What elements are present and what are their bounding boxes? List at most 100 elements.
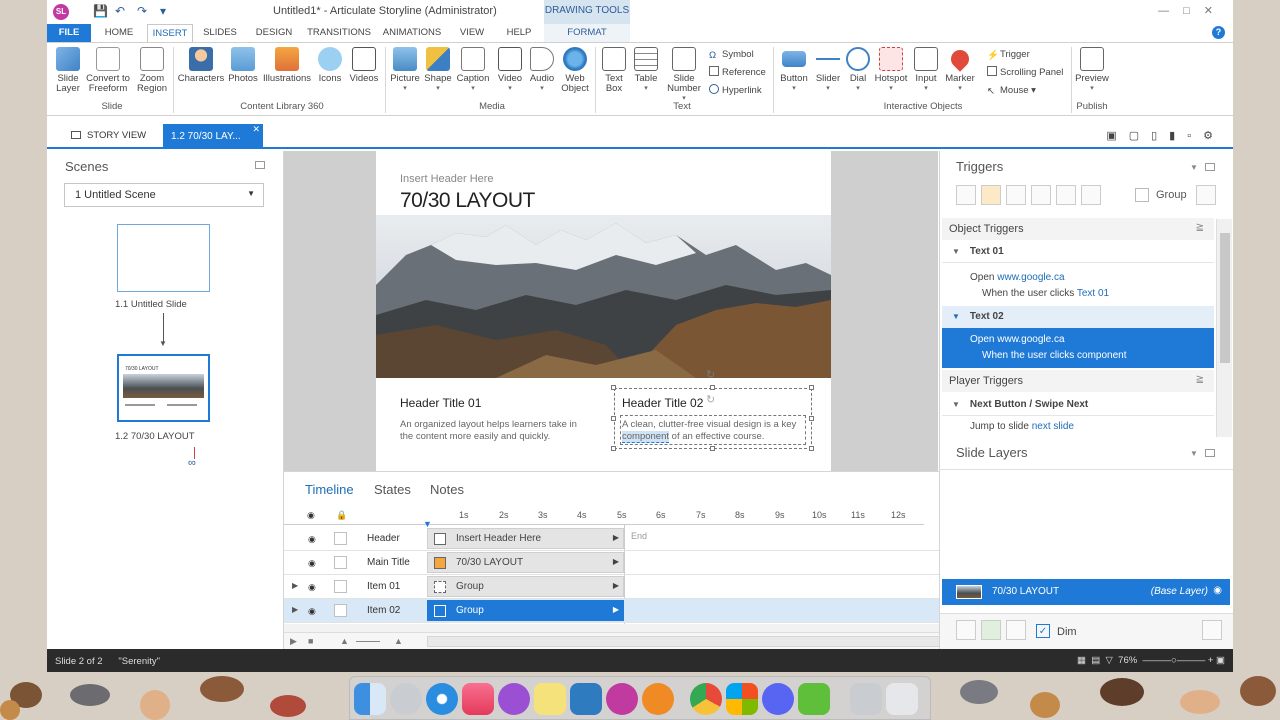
triggers-scrollbar[interactable] [1216,219,1232,437]
object-link[interactable]: Text 01 [1077,288,1109,299]
input-button[interactable]: Input ▾ [911,47,941,94]
chevron-down-icon[interactable]: ▼ [1190,163,1198,172]
lock-checkbox[interactable] [334,556,347,569]
chrome-icon[interactable] [690,683,722,715]
body-text-01[interactable]: An organized layout helps learners take … [400,419,590,443]
camtasia-icon[interactable] [798,683,830,715]
snagit-icon[interactable] [570,683,602,715]
marker-button[interactable]: Marker ▾ [943,46,977,94]
tab-view[interactable]: VIEW [452,24,492,42]
videos-button[interactable]: Videos [347,47,381,84]
timeline-row[interactable]: ▶ ◉ Item 01 Group ▶ [284,575,968,599]
audio-button[interactable]: Audio ▾ [527,47,557,94]
tab-states[interactable]: States [374,482,411,497]
timeline-bar[interactable]: 70/30 LAYOUT ▶ [427,552,624,573]
photos-button[interactable]: Photos [227,47,259,84]
zoom-in-icon[interactable]: ▲ [394,636,403,646]
url-link[interactable]: www.google.ca [997,272,1064,283]
rotate-handle-icon[interactable]: ↻ [706,393,715,406]
slide-canvas[interactable]: Insert Header Here 70/30 LAYOUT Header T… [376,151,831,471]
timeline-row[interactable]: ◉ Header Insert Header Here ▶ End [284,527,968,551]
zoom-out-icon[interactable]: ▲ [340,636,349,646]
text-box-button[interactable]: Text Box [599,47,629,94]
new-layer-icon[interactable] [956,620,976,640]
storyline-icon[interactable] [606,683,638,715]
collapse-all-icon[interactable]: ≧ [1196,374,1204,385]
convert-to-freeform-button[interactable]: Convert to Freeform [85,47,131,94]
base-layer-row[interactable]: 70/30 LAYOUT (Base Layer) ◉ [942,579,1230,605]
podcasts-icon[interactable] [498,683,530,715]
safari-icon[interactable] [426,683,458,715]
tab-animations[interactable]: ANIMATIONS [379,24,445,42]
resize-handle[interactable] [611,446,616,451]
trigger-item[interactable]: Jump to slide next slide [942,419,1214,437]
dim-checkbox[interactable]: ✓ [1036,624,1050,638]
scene-select[interactable]: 1 Untitled Scene ▼ [64,183,264,207]
scrollbar-thumb[interactable] [1220,233,1230,363]
launchpad-icon[interactable] [390,683,422,715]
delete-layer-icon[interactable] [1006,620,1026,640]
move-trigger-icon[interactable] [1081,185,1101,205]
tab-format[interactable]: FORMAT [544,24,630,42]
duplicate-layer-icon[interactable] [981,620,1001,640]
timeline-bar[interactable]: Group ▶ [427,600,624,621]
eye-icon[interactable]: ◉ [307,510,315,521]
variables-icon[interactable] [1196,185,1216,205]
tab-design[interactable]: DESIGN [250,24,298,42]
symbol-button[interactable]: Ω Symbol [709,48,754,62]
eye-icon[interactable]: ◉ [308,558,316,569]
resize-handle[interactable] [710,446,715,451]
trigger-next-button[interactable]: ▼ Next Button / Swipe Next [942,394,1214,416]
mountain-image[interactable] [376,215,831,378]
close-tab-icon[interactable]: ✕ [252,117,260,142]
tab-home[interactable]: HOME [97,24,141,42]
body-text-02[interactable]: A clean, clutter-free visual design is a… [622,419,802,443]
main-title-text[interactable]: 70/30 LAYOUT [400,189,535,213]
timeline-horizontal-scrollbar[interactable] [427,636,967,647]
tab-notes[interactable]: Notes [430,482,464,497]
dial-button[interactable]: Dial ▾ [845,47,871,94]
tab-timeline[interactable]: Timeline [305,482,354,497]
rotate-handle-icon[interactable]: ↻ [706,368,715,381]
play-icon[interactable]: ▶ [290,636,297,647]
resize-handle[interactable] [809,416,814,421]
window-controls[interactable]: —□✕ [1158,4,1227,17]
icons-button[interactable]: Icons [315,47,345,84]
shape-button[interactable]: Shape ▾ [423,47,453,94]
slide-thumbnail-1[interactable] [117,224,210,292]
header-title-01[interactable]: Header Title 01 [400,396,481,410]
highlighted-word-component[interactable]: component [622,431,670,443]
hyperlink-button[interactable]: Hyperlink [709,84,762,98]
delete-trigger-icon[interactable] [1056,185,1076,205]
mouse-button[interactable]: ↖ Mouse ▾ [987,84,1036,98]
trigger-object-text01[interactable]: ▼ Text 01 [942,241,1214,263]
slide-tab-active[interactable]: 1.2 70/30 LAY... ✕ [163,124,263,149]
tab-help[interactable]: HELP [499,24,539,42]
video-button[interactable]: Video ▾ [495,47,525,94]
paste-trigger-icon[interactable] [1031,185,1051,205]
header-text[interactable]: Insert Header Here [400,173,494,185]
scrolling-panel-button[interactable]: Scrolling Panel [987,66,1063,80]
picture-button[interactable]: Picture ▾ [389,47,421,94]
preview-button[interactable]: Preview ▾ [1075,47,1109,94]
web-object-button[interactable]: Web Object [559,47,591,94]
timeline-row-selected[interactable]: ▶ ◉ Item 02 Group ▶ [284,599,968,623]
zoom-slider[interactable] [356,641,380,642]
help-icon[interactable]: ? [1212,26,1225,39]
zoom-region-button[interactable]: Zoom Region [135,47,169,94]
downloads-stack-icon[interactable] [850,683,882,715]
collapse-icon[interactable]: ▼ [952,312,960,321]
trigger-item[interactable]: Open www.google.ca When the user clicks … [942,266,1214,306]
header-title-02[interactable]: Header Title 02 [622,396,703,410]
customize-qat-icon[interactable]: ▾ [160,4,166,18]
panel-pin-icon[interactable] [1205,449,1215,457]
lock-checkbox[interactable] [334,580,347,593]
save-icon[interactable]: 💾 [93,4,108,18]
lock-icon[interactable]: 🔒 [336,510,347,521]
button-button[interactable]: Button ▾ [777,47,811,94]
eye-icon[interactable]: ◉ [308,582,316,593]
expand-icon[interactable]: ▶ [292,605,298,614]
trigger-item-selected[interactable]: Open www.google.ca When the user clicks … [942,328,1214,368]
collapse-icon[interactable]: ▼ [952,400,960,409]
timeline-bar[interactable]: Group ▶ [427,576,624,597]
